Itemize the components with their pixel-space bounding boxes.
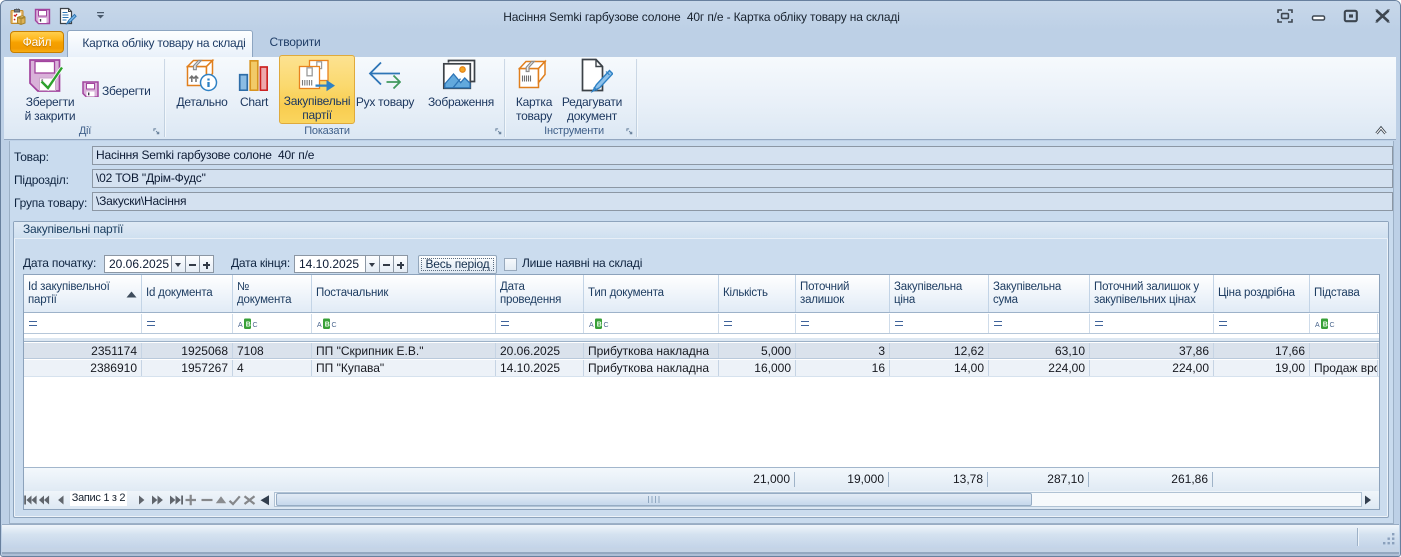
svg-text:A: A [589, 322, 594, 329]
svg-text:A: A [317, 322, 322, 329]
svg-text:B: B [325, 322, 330, 329]
svg-text:A: A [238, 322, 243, 329]
svg-text:C: C [332, 322, 337, 329]
svg-text:B: B [597, 322, 602, 329]
svg-text:C: C [253, 322, 258, 329]
svg-text:A: A [1315, 322, 1320, 329]
svg-text:B: B [1323, 322, 1328, 329]
svg-text:C: C [604, 322, 609, 329]
svg-text:B: B [246, 322, 251, 329]
svg-text:C: C [1330, 322, 1335, 329]
